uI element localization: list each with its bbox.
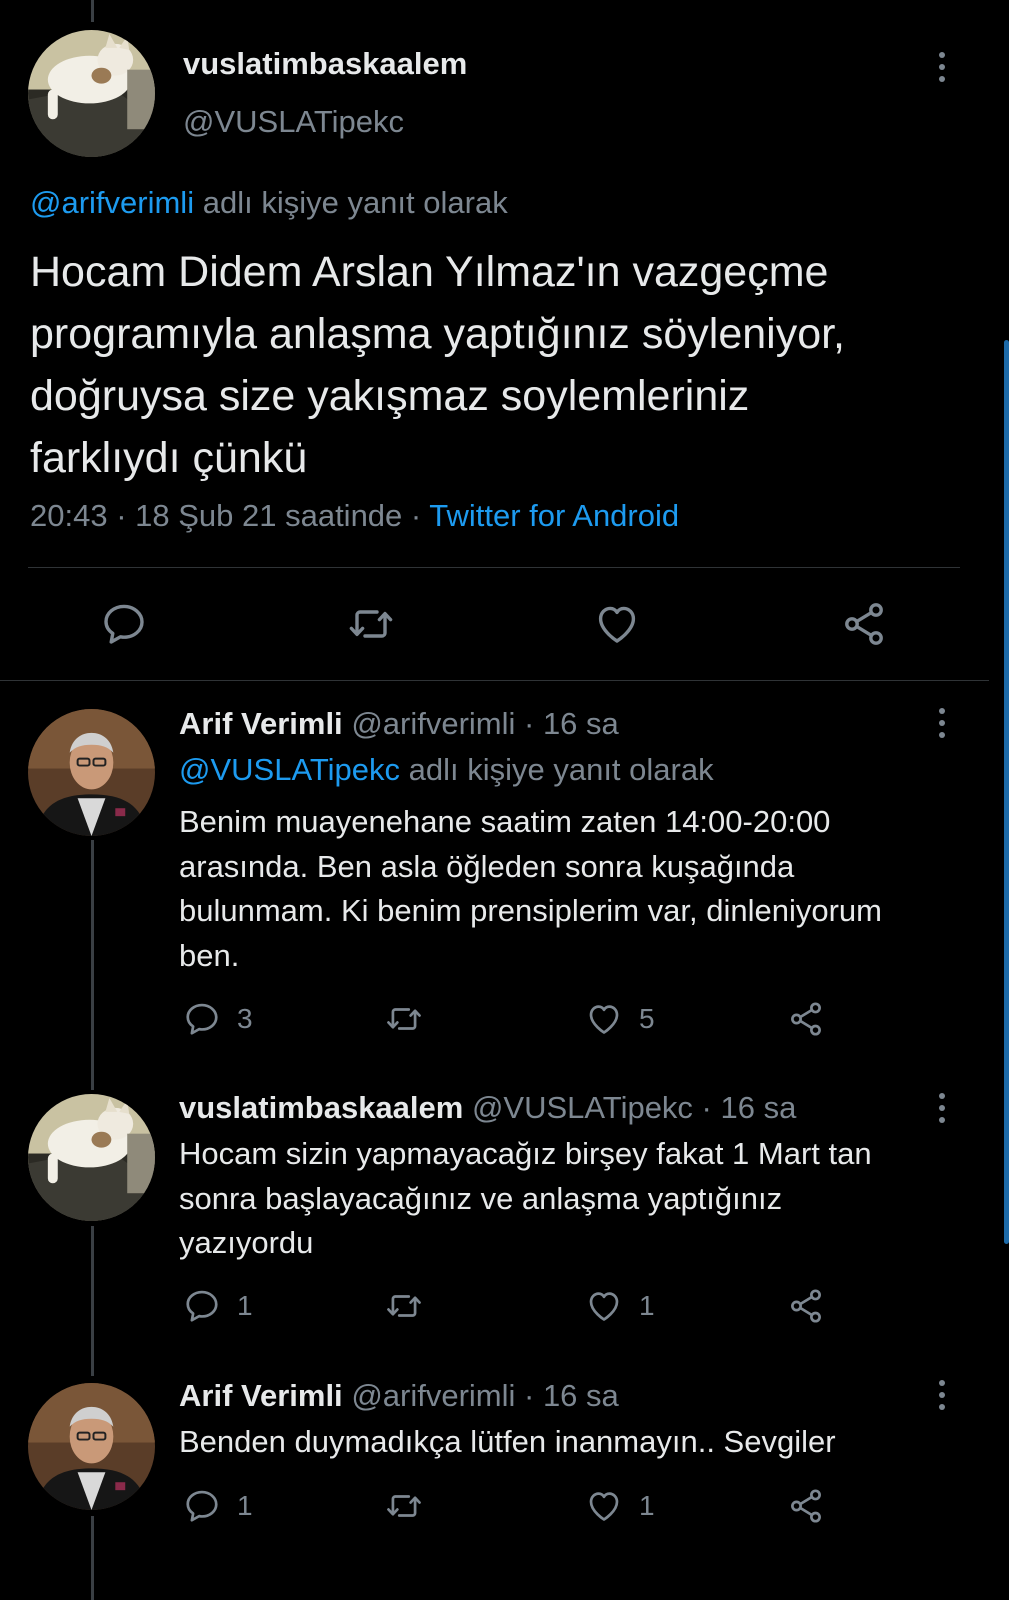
reply-header: Arif Verimli @arifverimli · 16 sa — [179, 1378, 619, 1414]
reply-context: @VUSLATipekc adlı kişiye yanıt olarak — [179, 752, 714, 788]
avatar[interactable] — [28, 30, 155, 157]
share-button[interactable] — [787, 1287, 825, 1325]
reply-text-line: sonra başlayacağınız ve anlaşma yaptığın… — [179, 1180, 783, 1216]
timestamp-text: 20:43 · 18 Şub 21 saatinde · — [30, 498, 430, 533]
share-icon — [840, 600, 888, 648]
reply-context-text: adlı kişiye yanıt olarak — [408, 752, 714, 787]
avatar[interactable] — [28, 1094, 155, 1221]
reply-context-text: adlı kişiye yanıt olarak — [202, 185, 508, 220]
reply-count: 1 — [237, 1290, 253, 1321]
avatar[interactable] — [28, 709, 155, 836]
more-vertical-icon[interactable] — [935, 1093, 949, 1127]
retweet-button[interactable] — [383, 1287, 425, 1325]
reply-text-line: bulunmam. Ki benim prensiplerim var, din… — [179, 893, 882, 928]
reply-text: Hocam sizin yapmayacağız birşey fakat 1 … — [179, 1132, 969, 1266]
tweet-text-line: Hocam Didem Arslan Yılmaz'ın vazgeçme — [30, 248, 829, 296]
thread-line-top — [91, 0, 94, 22]
tweet-timestamp: 20:43 · 18 Şub 21 saatinde · Twitter for… — [30, 498, 679, 534]
reply-icon — [183, 1000, 221, 1038]
reply-text-line: yazıyordu — [179, 1225, 314, 1260]
like-button[interactable] — [593, 600, 641, 648]
like-button[interactable]: 1 — [585, 1287, 655, 1325]
reply-button[interactable]: 1 — [183, 1487, 253, 1525]
reply-to-link[interactable]: @VUSLATipekc — [179, 752, 400, 787]
reply-text-line: Hocam sizin yapmayacağız birşey fakat 1 … — [179, 1136, 872, 1171]
like-count: 1 — [639, 1490, 655, 1521]
retweet-icon — [383, 1000, 425, 1038]
tweet-text-line: doğruysa size yakışmaz soylemleriniz — [30, 372, 750, 420]
reply-icon — [100, 600, 148, 648]
scrollbar[interactable] — [1004, 340, 1009, 1244]
reply-header: Arif Verimli @arifverimli · 16 sa — [179, 706, 619, 742]
reply-text: Benim muayenehane saatim zaten 14:00-20:… — [179, 800, 969, 978]
reply-count: 3 — [237, 1003, 253, 1034]
more-vertical-icon[interactable] — [935, 52, 949, 86]
retweet-button[interactable] — [346, 600, 396, 648]
author-handle[interactable]: @VUSLATipekc — [183, 104, 404, 140]
divider — [0, 680, 989, 681]
thread-line — [91, 840, 94, 1090]
reply-count: 1 — [237, 1490, 253, 1521]
tweet-text: Hocam Didem Arslan Yılmaz'ın vazgeçme pr… — [30, 241, 990, 489]
author-meta[interactable]: @arifverimli · 16 sa — [351, 1378, 618, 1413]
share-button[interactable] — [787, 1000, 825, 1038]
more-vertical-icon[interactable] — [935, 1380, 949, 1414]
heart-icon — [593, 600, 641, 648]
heart-icon — [585, 1000, 623, 1038]
reply-button[interactable]: 3 — [183, 1000, 253, 1038]
avatar[interactable] — [28, 1383, 155, 1510]
share-icon — [787, 1287, 825, 1325]
thread-line — [91, 1226, 94, 1376]
like-button[interactable]: 1 — [585, 1487, 655, 1525]
reply-text-line: Benim muayenehane saatim zaten 14:00-20:… — [179, 804, 831, 839]
share-icon — [787, 1487, 825, 1525]
reply-text-line: arasında. Ben asla öğleden sonra kuşağın… — [179, 848, 795, 884]
reply-to-link[interactable]: @arifverimli — [30, 185, 194, 220]
reply-button[interactable]: 1 — [183, 1287, 253, 1325]
share-button[interactable] — [787, 1487, 825, 1525]
retweet-icon — [383, 1487, 425, 1525]
more-vertical-icon[interactable] — [935, 708, 949, 742]
like-count: 5 — [639, 1003, 655, 1034]
reply-context: @arifverimli adlı kişiye yanıt olarak — [30, 185, 508, 221]
author-meta[interactable]: @arifverimli · 16 sa — [351, 706, 618, 741]
share-button[interactable] — [840, 600, 888, 648]
author-name[interactable]: vuslatimbaskaalem — [183, 46, 467, 82]
like-button[interactable]: 5 — [585, 1000, 655, 1038]
thread-line — [91, 1516, 94, 1600]
reply-text: Benden duymadıkça lütfen inanmayın.. Sev… — [179, 1420, 969, 1465]
heart-icon — [585, 1287, 623, 1325]
retweet-button[interactable] — [383, 1487, 425, 1525]
author-name[interactable]: Arif Verimli — [179, 1378, 343, 1413]
divider — [28, 567, 960, 568]
author-name[interactable]: vuslatimbaskaalem — [179, 1090, 463, 1125]
author-name[interactable]: Arif Verimli — [179, 706, 343, 741]
reply-header: vuslatimbaskaalem @VUSLATipekc · 16 sa — [179, 1090, 796, 1126]
heart-icon — [585, 1487, 623, 1525]
author-meta[interactable]: @VUSLATipekc · 16 sa — [472, 1090, 796, 1125]
share-icon — [787, 1000, 825, 1038]
tweet-text-line: farklıydı çünkü — [30, 434, 308, 482]
like-count: 1 — [639, 1290, 655, 1321]
reply-text-line: ben. — [179, 937, 240, 973]
reply-text-line: Benden duymadıkça lütfen inanmayın.. Sev… — [179, 1424, 836, 1459]
retweet-icon — [383, 1287, 425, 1325]
reply-button[interactable] — [100, 600, 148, 648]
retweet-icon — [346, 600, 396, 648]
reply-icon — [183, 1487, 221, 1525]
tweet-source[interactable]: Twitter for Android — [429, 498, 679, 533]
retweet-button[interactable] — [383, 1000, 425, 1038]
reply-icon — [183, 1287, 221, 1325]
tweet-text-line: programıyla anlaşma yaptığınız söyleniyo… — [30, 310, 846, 358]
